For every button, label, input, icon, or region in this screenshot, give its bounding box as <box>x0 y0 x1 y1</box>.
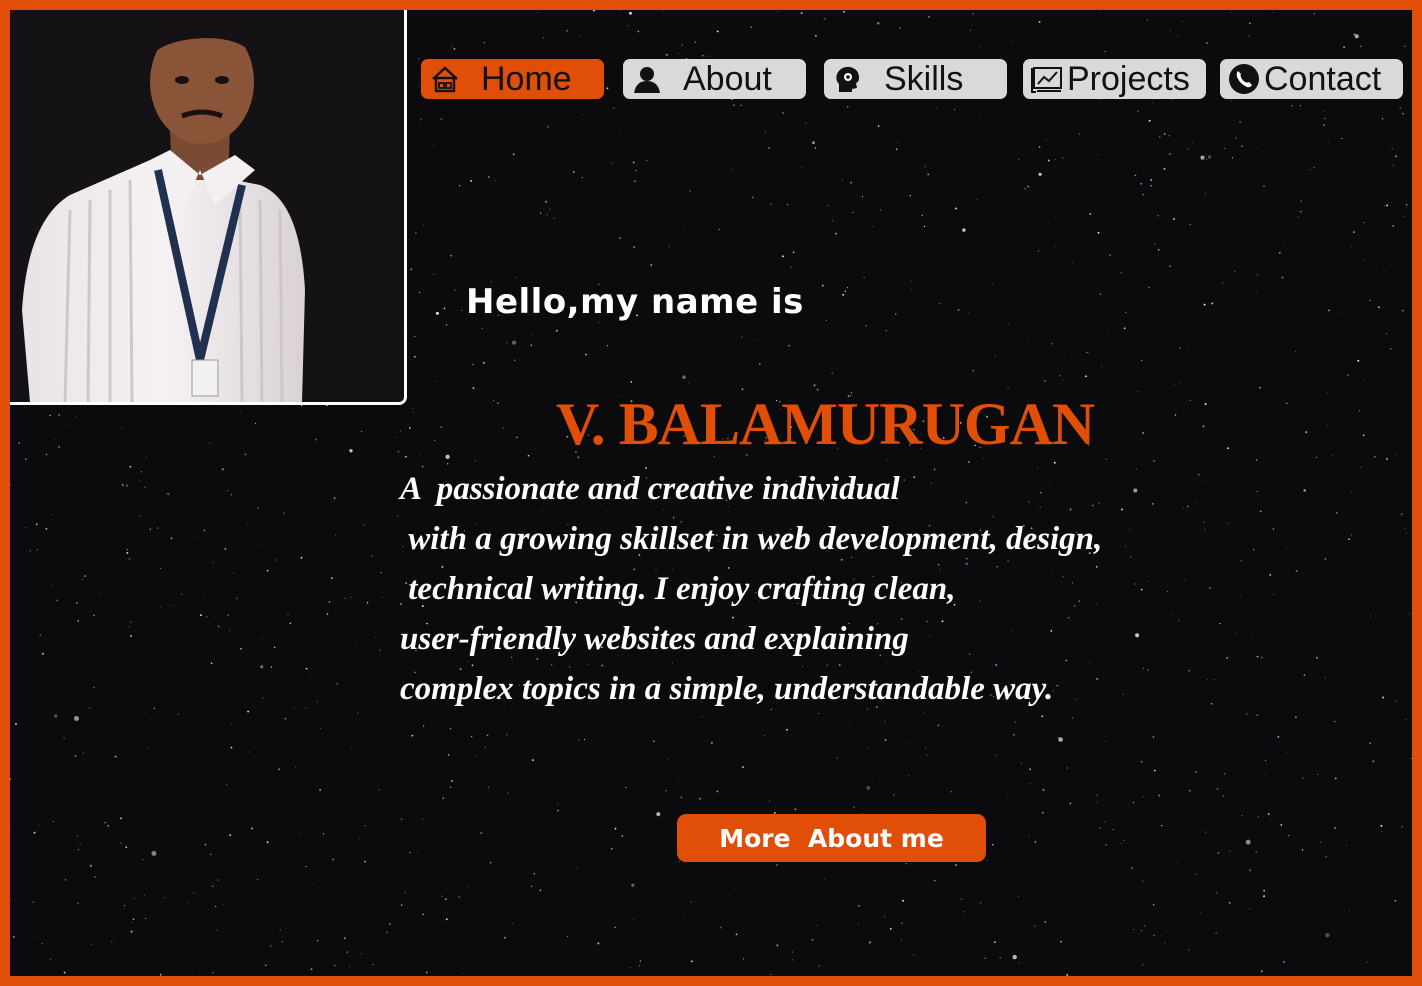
bio-line: A passionate and creative individual <box>400 471 900 507</box>
nav-about-button[interactable]: About <box>623 59 806 99</box>
bio-line: complex topics in a simple, understandab… <box>400 671 1054 707</box>
nav-skills-button[interactable]: Skills <box>824 59 1007 99</box>
bio-line: user-friendly websites and explaining <box>400 621 909 657</box>
bio-line: technical writing. I enjoy crafting clea… <box>400 571 956 607</box>
profile-photo <box>10 10 407 405</box>
phone-icon <box>1228 63 1260 95</box>
chart-board-icon <box>1031 63 1063 95</box>
home-icon <box>429 63 461 95</box>
page-frame: Home About Skills Projects Contact Hello… <box>10 10 1412 976</box>
nav-contact-label: Contact <box>1264 59 1382 98</box>
bio-line: with a growing skillset in web developme… <box>400 521 1103 557</box>
brain-gear-icon <box>832 63 864 95</box>
nav-home-button[interactable]: Home <box>421 59 604 99</box>
nav-skills-label: Skills <box>884 59 964 98</box>
more-about-me-button[interactable]: More About me <box>677 814 986 862</box>
nav-projects-label: Projects <box>1067 59 1190 98</box>
hero-bio: A passionate and creative individual wit… <box>400 464 1390 714</box>
nav-home-label: Home <box>481 59 572 98</box>
user-icon <box>631 63 663 95</box>
nav-about-label: About <box>683 59 772 98</box>
nav-contact-button[interactable]: Contact <box>1220 59 1403 99</box>
greeting-text: Hello,my name is <box>466 282 804 322</box>
nav-projects-button[interactable]: Projects <box>1023 59 1206 99</box>
hero-name: V. BALAMURUGAN <box>556 391 1095 457</box>
